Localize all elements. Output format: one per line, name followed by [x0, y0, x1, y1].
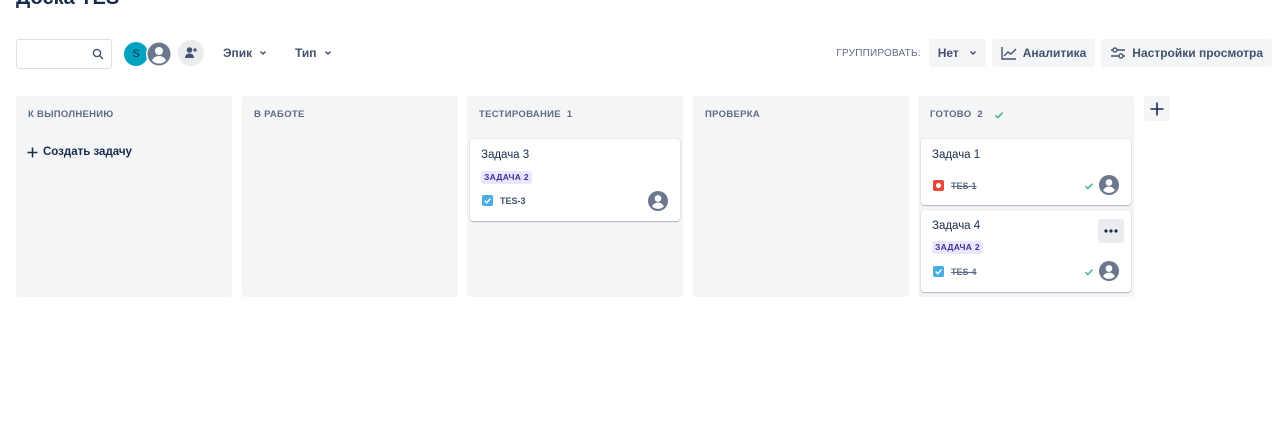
issue-card-tes-1[interactable]: Задача 1 TES-1	[921, 139, 1131, 205]
check-icon	[995, 111, 1004, 119]
column-header: К ВЫПОЛНЕНИЮ	[28, 109, 114, 120]
create-issue-button[interactable]: Создать задачу	[27, 146, 132, 158]
add-user-icon	[185, 47, 197, 58]
column-count: 1	[566, 109, 573, 120]
done-check-icon	[1085, 269, 1094, 276]
chevron-down-icon	[260, 50, 267, 56]
issue-card-tes-4[interactable]: Задача 4 ЗАДАЧА 2 TES-4	[921, 210, 1131, 292]
group-by-dropdown[interactable]: Нет	[928, 39, 986, 67]
column-todo: К ВЫПОЛНЕНИЮ Создать задачу	[16, 96, 232, 297]
group-by-label: ГРУППИРОВАТЬ:	[836, 47, 921, 59]
plus-icon	[27, 147, 38, 157]
chevron-down-icon	[969, 50, 976, 56]
group-by-value: Нет	[937, 46, 959, 60]
analytics-label: Аналитика	[1022, 46, 1087, 60]
chart-line-icon	[1001, 47, 1017, 60]
column-done: ГОТОВО 2 Задача 1 TES-1 Задача 4 ЗАДАЧА …	[918, 96, 1134, 297]
column-header: ТЕСТИРОВАНИЕ 1	[479, 109, 572, 120]
column-title: ГОТОВО	[930, 109, 972, 120]
card-title: Задача 1	[932, 149, 981, 161]
view-settings-label: Настройки просмотра	[1132, 46, 1263, 60]
view-settings-button[interactable]: Настройки просмотра	[1101, 39, 1272, 67]
epic-filter-label: Эпик	[223, 46, 253, 60]
analytics-button[interactable]: Аналитика	[991, 39, 1096, 67]
epic-lozenge[interactable]: ЗАДАЧА 2	[481, 171, 532, 184]
add-column-button[interactable]	[1144, 96, 1170, 121]
search-icon	[92, 48, 104, 60]
column-count: 2	[977, 109, 984, 120]
board-toolbar: S Эпик Тип ГРУППИРОВАТЬ: Нет Аналитика Н…	[16, 39, 1272, 69]
done-check-icon	[1085, 183, 1094, 190]
settings-sliders-icon	[1111, 47, 1126, 59]
type-filter-label: Тип	[295, 46, 317, 60]
column-header: ПРОВЕРКА	[705, 109, 760, 120]
create-issue-label: Создать задачу	[43, 146, 132, 158]
assignee-avatar-icon[interactable]	[648, 191, 668, 211]
column-header: ГОТОВО 2	[930, 109, 1004, 120]
epic-filter-dropdown[interactable]: Эпик	[223, 46, 267, 60]
board-title: Доска TES	[16, 0, 119, 10]
task-type-icon	[933, 266, 944, 277]
plus-icon	[1150, 102, 1164, 115]
column-review: ПРОВЕРКА	[693, 96, 909, 297]
issue-card-tes-3[interactable]: Задача 3 ЗАДАЧА 2 TES-3	[470, 139, 680, 221]
search-input[interactable]	[16, 39, 112, 69]
card-title: Задача 3	[481, 149, 530, 161]
bug-type-icon	[933, 180, 944, 191]
card-title: Задача 4	[932, 220, 981, 232]
chevron-down-icon	[324, 50, 331, 56]
column-title: К ВЫПОЛНЕНИЮ	[28, 109, 114, 120]
more-actions-button[interactable]	[1098, 219, 1124, 243]
column-title: ТЕСТИРОВАНИЕ	[479, 109, 561, 120]
assignee-avatar-icon[interactable]	[1099, 175, 1119, 195]
assignee-avatar-icon[interactable]	[1099, 261, 1119, 281]
toolbar-right: ГРУППИРОВАТЬ: Нет Аналитика Настройки пр…	[836, 39, 1272, 67]
more-icon	[1104, 229, 1118, 233]
column-title: ПРОВЕРКА	[705, 109, 761, 120]
user-icon	[147, 42, 171, 66]
task-type-icon	[482, 195, 493, 206]
epic-lozenge[interactable]: ЗАДАЧА 2	[932, 241, 983, 254]
issue-key[interactable]: TES-3	[500, 196, 526, 206]
column-testing: ТЕСТИРОВАНИЕ 1 Задача 3 ЗАДАЧА 2 TES-3	[467, 96, 683, 297]
column-title: В РАБОТЕ	[254, 109, 305, 120]
column-header: В РАБОТЕ	[254, 109, 305, 120]
avatar-initial: S	[132, 48, 140, 60]
avatar-unassigned[interactable]	[146, 41, 172, 67]
type-filter-dropdown[interactable]: Тип	[295, 46, 332, 60]
add-people-button[interactable]	[178, 40, 204, 66]
issue-key[interactable]: TES-1	[951, 181, 977, 191]
column-in-progress: В РАБОТЕ	[242, 96, 458, 297]
issue-key[interactable]: TES-4	[951, 267, 977, 277]
